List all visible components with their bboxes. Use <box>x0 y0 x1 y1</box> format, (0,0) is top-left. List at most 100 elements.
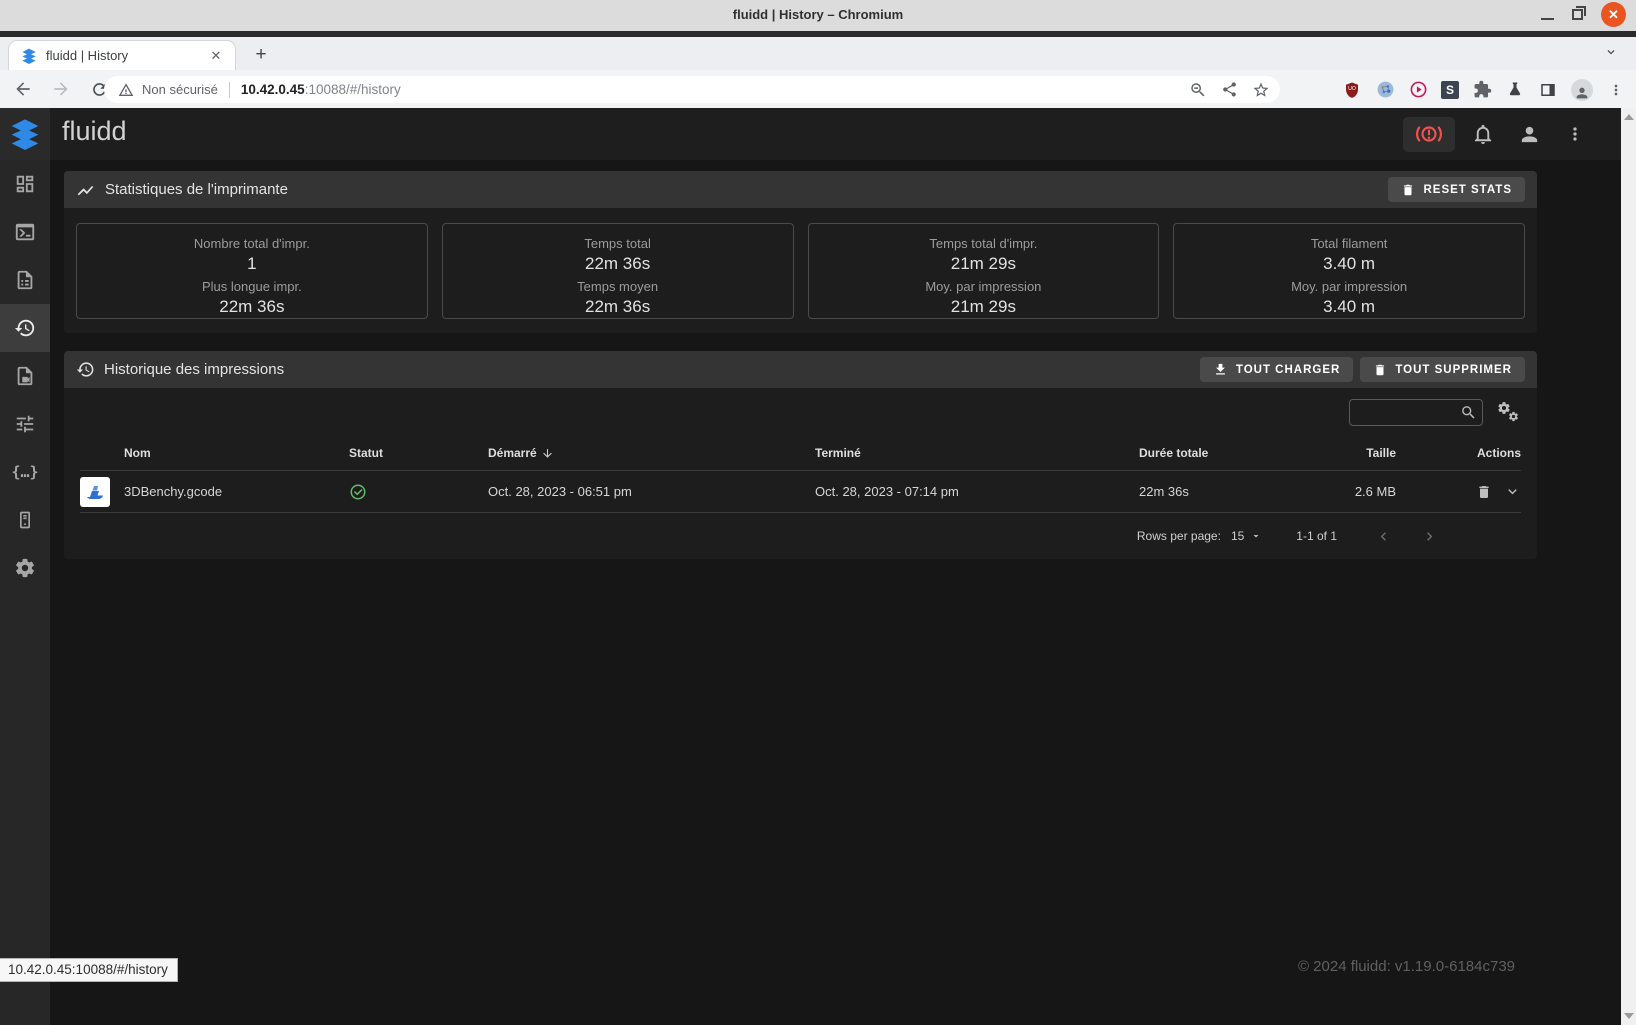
history-table-row[interactable]: 3DBenchy.gcode Oct. 28, 2023 - 06:51 pm … <box>80 471 1521 513</box>
row-duration: 22m 36s <box>1139 484 1189 499</box>
ublock-extension-icon[interactable]: UO <box>1342 80 1362 100</box>
col-size[interactable]: Taille <box>1286 446 1396 460</box>
pagination-range: 1-1 of 1 <box>1296 529 1337 543</box>
row-finished: Oct. 28, 2023 - 07:14 pm <box>815 484 959 499</box>
sidebar-item-dashboard[interactable] <box>0 160 50 208</box>
address-bar[interactable]: Non sécurisé 10.42.0.45:10088/#/history <box>104 76 1280 103</box>
row-started: Oct. 28, 2023 - 06:51 pm <box>488 484 632 499</box>
user-account-icon[interactable] <box>1511 116 1547 152</box>
profile-avatar[interactable] <box>1571 78 1593 101</box>
stat-box-total-time: Temps total 22m 36s Temps moyen 22m 36s <box>441 223 794 319</box>
sidebar-item-history[interactable] <box>0 304 50 352</box>
search-input[interactable] <box>1355 404 1460 420</box>
dropdown-arrow-icon <box>1253 535 1259 538</box>
tab-search-chevron-icon[interactable] <box>1604 45 1618 59</box>
browser-status-bar: 10.42.0.45:10088/#/history <box>0 958 178 982</box>
table-settings-cogs-icon[interactable] <box>1497 400 1521 424</box>
url-text[interactable]: 10.42.0.45:10088/#/history <box>241 82 401 97</box>
sidebar-item-console[interactable] <box>0 208 50 256</box>
col-actions: Actions <box>1476 446 1521 460</box>
page-scrollbar[interactable] <box>1621 108 1636 1025</box>
table-pagination: Rows per page: 15 1-1 of 1 <box>64 513 1537 559</box>
col-status[interactable]: Statut <box>349 446 488 460</box>
print-history-header: Historique des impressions TOUT CHARGER … <box>64 351 1537 388</box>
print-history-card: Historique des impressions TOUT CHARGER … <box>64 351 1537 559</box>
flask-extension-icon[interactable] <box>1505 80 1525 100</box>
previous-page-chevron-icon[interactable] <box>1371 524 1395 548</box>
security-label[interactable]: Non sécurisé <box>142 82 218 97</box>
tab-title: fluidd | History <box>46 48 129 63</box>
omnibox-divider <box>228 81 230 98</box>
row-expand-chevron-icon[interactable] <box>1504 483 1521 500</box>
window-close-button[interactable]: ✕ <box>1601 2 1626 27</box>
sort-desc-arrow-icon <box>542 448 552 458</box>
history-search[interactable] <box>1349 398 1483 426</box>
globe-extension-icon[interactable] <box>1375 80 1395 100</box>
rows-per-page-label: Rows per page: <box>1136 529 1221 543</box>
history-toolbar <box>64 388 1537 436</box>
status-success-icon <box>350 484 366 499</box>
window-titlebar[interactable]: fluidd | History – Chromium ✕ <box>0 0 1636 31</box>
sidebar-item-timelapse[interactable] <box>0 352 50 400</box>
delete-all-button[interactable]: TOUT SUPPRIMER <box>1360 357 1525 382</box>
history-icon <box>76 360 95 379</box>
col-duration[interactable]: Durée totale <box>1139 446 1286 460</box>
notifications-bell-icon[interactable] <box>1465 116 1501 152</box>
print-thumbnail <box>80 476 110 507</box>
zoom-out-indicator-icon[interactable] <box>1189 81 1207 99</box>
col-finished[interactable]: Terminé <box>815 446 1139 460</box>
col-name[interactable]: Nom <box>124 446 349 460</box>
window-restore-button[interactable] <box>1572 6 1586 20</box>
video-extension-icon[interactable] <box>1408 80 1428 100</box>
browser-toolbar: Non sécurisé 10.42.0.45:10088/#/history … <box>0 70 1636 108</box>
sidebar-item-system[interactable] <box>0 496 50 544</box>
app-menu-kebab-icon[interactable] <box>1557 116 1593 152</box>
sidebar-item-settings[interactable] <box>0 544 50 592</box>
printer-stats-card: Statistiques de l'imprimante RESET STATS… <box>64 171 1537 333</box>
col-started[interactable]: Démarré <box>488 446 815 460</box>
window-title: fluidd | History – Chromium <box>732 7 904 22</box>
browser-tab-active[interactable]: fluidd | History ✕ <box>8 40 236 70</box>
chart-trend-icon <box>76 180 96 200</box>
sidebar-item-macros[interactable]: {…} <box>0 448 50 496</box>
new-tab-button[interactable]: + <box>248 42 274 68</box>
side-panel-icon[interactable] <box>1538 80 1558 100</box>
forward-button[interactable] <box>46 74 76 104</box>
svg-text:UO: UO <box>1348 86 1356 92</box>
security-warning-icon[interactable] <box>118 82 134 98</box>
fluidd-logo-icon[interactable] <box>0 108 50 160</box>
stat-box-print-time: Temps total d'impr. 21m 29s Moy. par imp… <box>807 223 1160 319</box>
load-all-button[interactable]: TOUT CHARGER <box>1199 357 1354 382</box>
scrollbar-up-arrow-icon[interactable] <box>1624 114 1634 120</box>
main-content: Statistiques de l'imprimante RESET STATS… <box>50 160 1621 1025</box>
history-table: Nom Statut Démarré Terminé Durée totale … <box>64 436 1537 513</box>
printer-stats-header: Statistiques de l'imprimante RESET STATS <box>64 171 1537 208</box>
fluidd-favicon-icon <box>21 48 37 64</box>
fluidd-page: fluidd {…} Statistiques de l'imprimante … <box>0 108 1621 1025</box>
print-history-title: Historique des impressions <box>104 361 285 378</box>
extensions-puzzle-icon[interactable] <box>1472 80 1492 100</box>
reset-stats-button[interactable]: RESET STATS <box>1388 177 1525 202</box>
s-extension-icon[interactable]: S <box>1441 80 1459 99</box>
fluidd-appbar: fluidd <box>0 108 1621 160</box>
back-button[interactable] <box>8 74 38 104</box>
row-status <box>349 483 488 501</box>
row-delete-icon[interactable] <box>1476 484 1492 500</box>
bookmark-star-icon[interactable] <box>1252 81 1270 99</box>
row-name: 3DBenchy.gcode <box>124 484 223 499</box>
emergency-stop-button[interactable] <box>1403 116 1455 152</box>
stat-box-filament: Total filament 3.40 m Moy. par impressio… <box>1173 223 1525 319</box>
browser-menu-kebab-icon[interactable] <box>1606 80 1626 100</box>
sidebar-item-jobs[interactable] <box>0 256 50 304</box>
sidebar-item-tune[interactable] <box>0 400 50 448</box>
share-icon[interactable] <box>1221 81 1238 98</box>
rows-per-page-select[interactable]: 15 <box>1231 529 1262 543</box>
url-path: :10088/#/history <box>304 82 401 97</box>
fluidd-sidebar: {…} <box>0 160 50 1025</box>
scrollbar-down-arrow-icon[interactable] <box>1624 1013 1634 1019</box>
history-table-header-row: Nom Statut Démarré Terminé Durée totale … <box>80 436 1521 471</box>
tab-close-icon[interactable]: ✕ <box>207 47 225 65</box>
browser-tabstrip: fluidd | History ✕ + <box>0 37 1636 70</box>
window-minimize-button[interactable] <box>1541 17 1554 20</box>
next-page-chevron-icon[interactable] <box>1417 524 1441 548</box>
